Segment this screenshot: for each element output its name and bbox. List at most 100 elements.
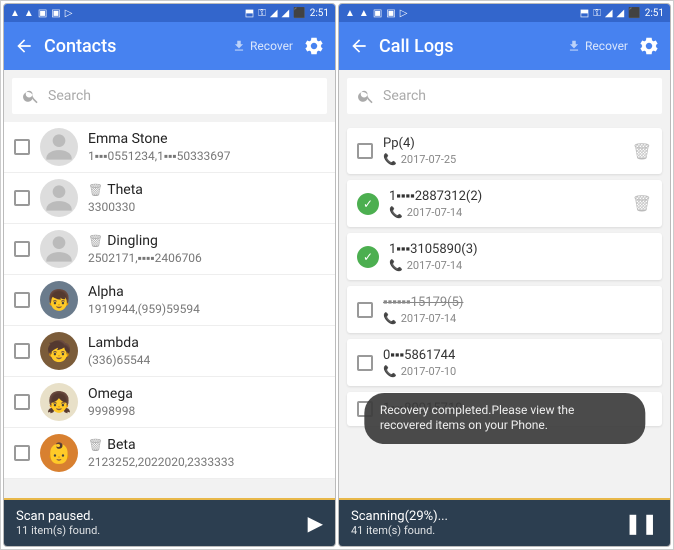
notification-icon: ▲ [359, 8, 369, 19]
contact-text: Alpha 1919944,(959)59594 [88, 284, 325, 316]
checkbox[interactable] [357, 355, 373, 371]
contact-row[interactable]: 🗑 Theta 3300330 [4, 173, 335, 224]
vpn-icon: ⬒ [245, 8, 254, 19]
status-title: Scan paused. [16, 509, 100, 524]
contact-sub: 9998998 [88, 404, 325, 418]
call-log-card[interactable]: ✓ 1▪▪▪3105890(3) 📞2017-07-14 [347, 233, 662, 280]
notification-icon: ▣ [386, 8, 395, 19]
settings-button[interactable] [638, 35, 660, 57]
contact-name: Emma Stone [88, 131, 168, 147]
phone-left: ▲ ▲ ▣ ▣ ▷ ⬒ ⚿ ◢ ◢ ⬛ 2:51 Contacts Recove… [3, 3, 336, 547]
contact-sub: 1919944,(959)59594 [88, 302, 325, 316]
trash-icon: 🗑 [88, 183, 103, 197]
avatar [40, 230, 78, 268]
log-title: 0▪▪▪5861744 [383, 347, 652, 363]
trash-icon[interactable]: 🗑 [632, 194, 652, 213]
contact-name: Lambda [88, 335, 139, 351]
phone-icon: 📞 [383, 365, 397, 378]
checkbox[interactable] [14, 292, 30, 308]
recover-label: Recover [250, 39, 293, 53]
log-text: ▪▪▪▪▪▪15179(5) 📞 2017-07-14 [383, 294, 652, 325]
avatar: 👦 [40, 281, 78, 319]
avatar: 🧒 [40, 332, 78, 370]
contact-text: 🗑 Theta 3300330 [88, 182, 325, 214]
phone-icon: 📞 [389, 206, 403, 219]
recover-button[interactable]: Recover [567, 39, 628, 53]
resume-button[interactable]: ▶ [308, 511, 323, 535]
contact-name: Omega [88, 386, 133, 402]
status-bar: ▲ ▲ ▣ ▣ ▷ ⬒ ⚿ ◢ ◢ ⬛ 2:51 [339, 4, 670, 22]
log-title: 1▪▪▪▪2887312(2) [389, 188, 622, 204]
call-log-card[interactable]: Pp(4) 📞2017-07-25 🗑 [347, 128, 662, 174]
wifi-icon: ◢ [605, 8, 613, 19]
contact-sub: 2502171,▪▪▪▪2406706 [88, 251, 325, 265]
trash-icon: 🗑 [88, 438, 103, 452]
checked-icon[interactable]: ✓ [357, 246, 379, 268]
contact-text: Lambda (336)65544 [88, 335, 325, 367]
notification-icon: ▲ [24, 8, 34, 19]
status-title: Scanning(29%)... [351, 509, 448, 524]
clock-text: 2:51 [310, 8, 329, 19]
search-icon [22, 87, 40, 105]
battery-icon: ⬛ [628, 8, 640, 19]
contact-row[interactable]: 👶 🗑 Beta 2123252,2022020,2333333 [4, 428, 335, 479]
checked-icon[interactable]: ✓ [357, 193, 379, 215]
call-log-card[interactable]: ✓ 1▪▪▪▪2887312(2) 📞2017-07-14 🗑 [347, 180, 662, 227]
pause-button[interactable]: ❚❚ [624, 511, 658, 535]
contact-list[interactable]: Emma Stone 1▪▪▪0551234,1▪▪▪50333697 🗑 The… [4, 122, 335, 498]
checkbox[interactable] [14, 139, 30, 155]
call-log-list[interactable]: Pp(4) 📞2017-07-25 🗑 ✓ 1▪▪▪▪2887312(2) 📞2… [339, 122, 670, 498]
call-log-card[interactable]: ▪▪▪▪▪▪15179(5) 📞 2017-07-14 [347, 286, 662, 333]
notification-icon: ▲ [10, 8, 20, 19]
toolbar: Contacts Recover [4, 22, 335, 70]
contact-row[interactable]: 👧 Omega 9998998 [4, 377, 335, 428]
contact-name: Theta [107, 182, 143, 198]
phone-icon: 📞 [383, 153, 397, 166]
status-bar: ▲ ▲ ▣ ▣ ▷ ⬒ ⚿ ◢ ◢ ⬛ 2:51 [4, 4, 335, 22]
checkbox[interactable] [14, 343, 30, 359]
back-button[interactable] [349, 36, 369, 56]
trash-icon[interactable]: 🗑 [632, 142, 652, 161]
search-icon [357, 87, 375, 105]
contact-sub: 2123252,2022020,2333333 [88, 455, 325, 469]
checkbox[interactable] [14, 394, 30, 410]
checkbox[interactable] [14, 190, 30, 206]
checkbox[interactable] [14, 241, 30, 257]
bottom-bar: Scanning(29%)... 41 item(s) found. ❚❚ [339, 498, 670, 546]
avatar: 👶 [40, 434, 78, 472]
contact-row[interactable]: Emma Stone 1▪▪▪0551234,1▪▪▪50333697 [4, 122, 335, 173]
contact-row[interactable]: 🗑Dingling 2502171,▪▪▪▪2406706 [4, 224, 335, 275]
log-date: 2017-07-14 [401, 312, 457, 325]
wifi-icon: ◢ [270, 8, 278, 19]
log-text: 1▪▪▪▪2887312(2) 📞2017-07-14 [389, 188, 622, 219]
contact-name: Beta [107, 437, 135, 453]
notification-icon: ▷ [65, 8, 73, 19]
checkbox[interactable] [14, 445, 30, 461]
search-input[interactable]: Search [12, 78, 327, 114]
log-title: ▪▪▪▪▪▪15179(5) [383, 294, 652, 310]
contact-sub: (336)65544 [88, 353, 325, 367]
contact-row[interactable]: 🧒 Lambda (336)65544 [4, 326, 335, 377]
notification-icon: ▣ [38, 8, 47, 19]
phone-icon: 📞 [383, 312, 397, 325]
contact-text: Emma Stone 1▪▪▪0551234,1▪▪▪50333697 [88, 131, 325, 163]
download-icon [567, 39, 581, 53]
back-button[interactable] [14, 36, 34, 56]
settings-button[interactable] [303, 35, 325, 57]
recover-label: Recover [585, 39, 628, 53]
search-input[interactable]: Search [347, 78, 662, 114]
avatar: 👧 [40, 383, 78, 421]
log-text: 0▪▪▪5861744 📞2017-07-10 [383, 347, 652, 378]
page-title: Contacts [44, 36, 222, 57]
log-date: 2017-07-14 [407, 259, 463, 272]
contact-sub: 1▪▪▪0551234,1▪▪▪50333697 [88, 149, 325, 163]
contact-sub: 3300330 [88, 200, 325, 214]
call-log-card[interactable]: 0▪▪▪5861744 📞2017-07-10 [347, 339, 662, 386]
log-title: Pp(4) [383, 136, 622, 151]
contact-text: 🗑 Beta 2123252,2022020,2333333 [88, 437, 325, 469]
checkbox[interactable] [357, 143, 373, 159]
checkbox[interactable] [357, 302, 373, 318]
recover-button[interactable]: Recover [232, 39, 293, 53]
contact-row[interactable]: 👦 Alpha 1919944,(959)59594 [4, 275, 335, 326]
log-text: Pp(4) 📞2017-07-25 [383, 136, 622, 166]
